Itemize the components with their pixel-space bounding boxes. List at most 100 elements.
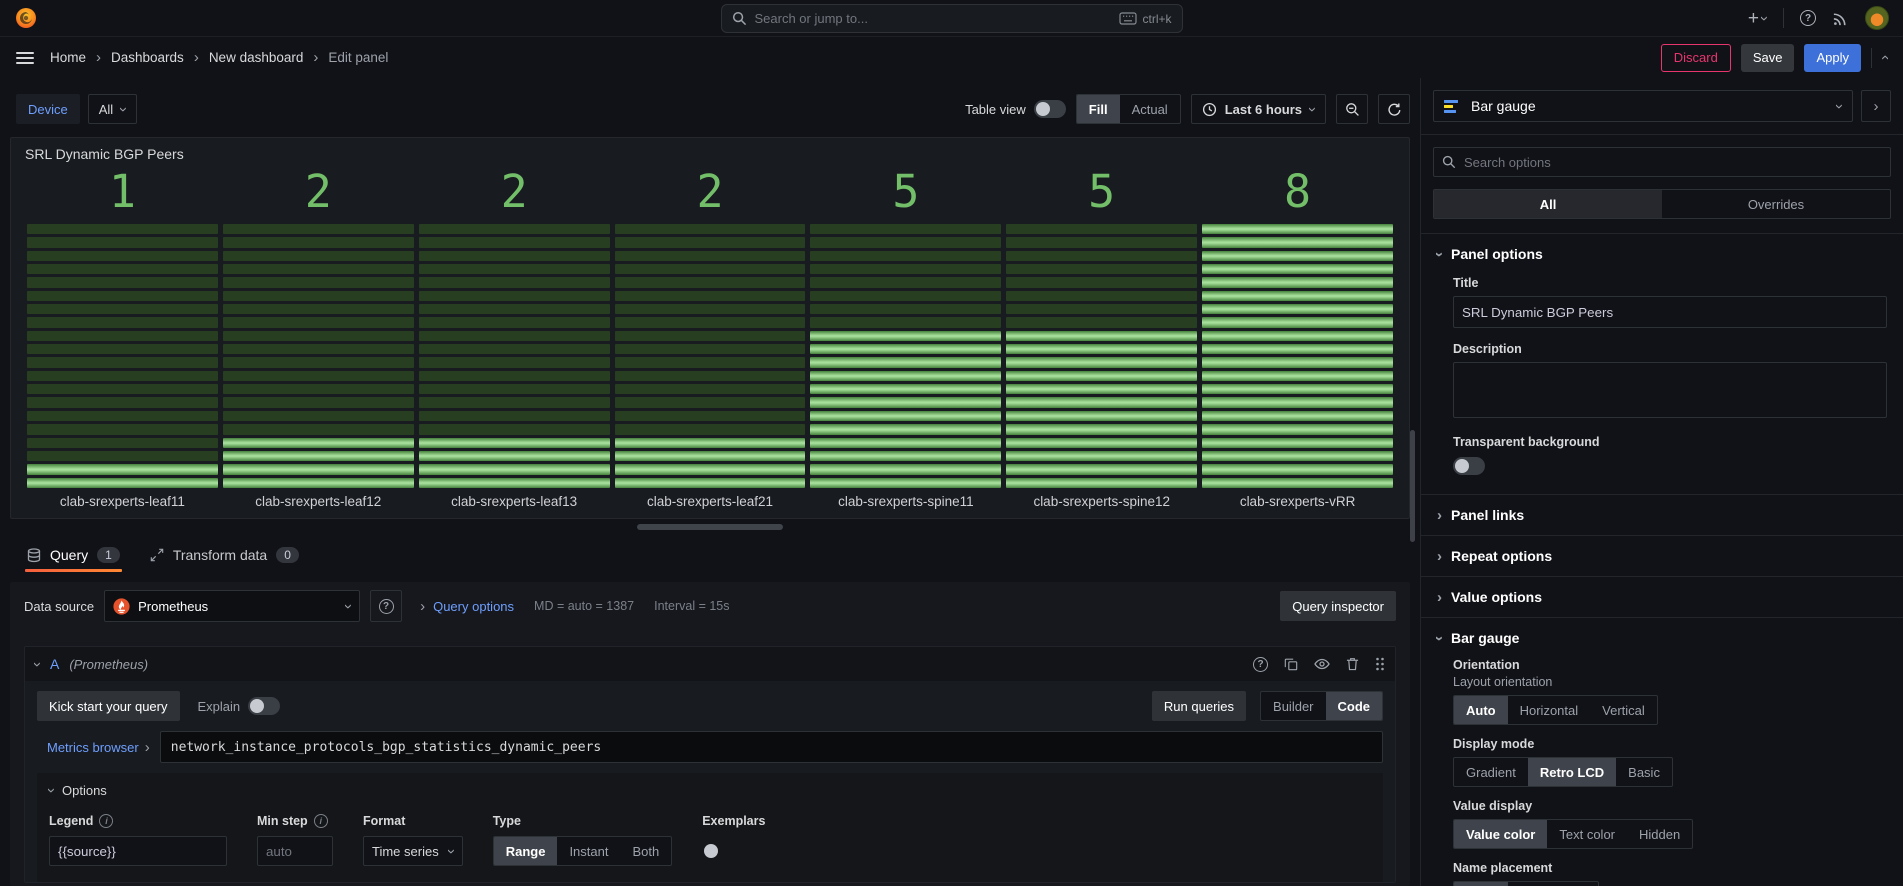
gauge-cell — [615, 464, 806, 474]
text-color-option[interactable]: Text color — [1547, 820, 1627, 848]
visualization-picker[interactable]: Bar gauge — [1433, 90, 1853, 122]
fill-option[interactable]: Fill — [1077, 95, 1120, 123]
tab-overrides[interactable]: Overrides — [1662, 190, 1890, 218]
datasource-help-button[interactable] — [370, 590, 402, 622]
collapse-query-icon[interactable] — [35, 657, 40, 672]
breadcrumb-new-dashboard[interactable]: New dashboard — [209, 50, 304, 65]
name-auto-option[interactable]: Auto — [1454, 882, 1508, 886]
explain-toggle[interactable] — [248, 697, 280, 715]
menu-toggle-button[interactable] — [16, 52, 34, 64]
breadcrumb-home[interactable]: Home — [50, 50, 86, 65]
gauge-cell — [27, 357, 218, 367]
refresh-button[interactable] — [1378, 94, 1410, 124]
min-step-input[interactable] — [257, 836, 333, 866]
gauge-value: 2 — [419, 162, 610, 214]
tab-all[interactable]: All — [1434, 190, 1662, 218]
zoom-out-button[interactable] — [1336, 94, 1368, 124]
grafana-logo[interactable] — [14, 6, 38, 30]
type-both-option[interactable]: Both — [620, 837, 671, 865]
type-instant-option[interactable]: Instant — [557, 837, 620, 865]
variable-device-picker[interactable]: All — [88, 94, 137, 124]
global-search[interactable]: ctrl+k — [721, 4, 1183, 33]
gauge-cell — [419, 451, 610, 461]
transform-icon — [150, 548, 164, 562]
orientation-vertical-option[interactable]: Vertical — [1590, 696, 1657, 724]
collapse-header-button[interactable] — [1882, 50, 1887, 65]
orientation-horizontal-option[interactable]: Horizontal — [1508, 696, 1591, 724]
value-color-option[interactable]: Value color — [1454, 820, 1547, 848]
kick-start-button[interactable]: Kick start your query — [37, 691, 180, 721]
orientation-auto-option[interactable]: Auto — [1454, 696, 1508, 724]
editor-tabs: Query 1 Transform data 0 — [0, 530, 1420, 572]
search-input[interactable] — [755, 11, 1112, 26]
delete-query-icon[interactable] — [1346, 657, 1359, 671]
drag-handle-icon[interactable] — [1375, 657, 1385, 671]
gauge-column: 2clab-srexperts-leaf13 — [419, 162, 610, 514]
run-queries-button[interactable]: Run queries — [1152, 691, 1246, 721]
type-range-option[interactable]: Range — [494, 837, 558, 865]
min-step-label: Min step — [257, 814, 308, 828]
gauge-cell — [27, 291, 218, 301]
table-view-toggle[interactable] — [1034, 100, 1066, 118]
variable-device-label[interactable]: Device — [16, 94, 80, 124]
user-avatar[interactable] — [1865, 6, 1889, 30]
tab-transform-data[interactable]: Transform data 0 — [150, 547, 299, 572]
gauge-cell — [615, 478, 806, 488]
hidden-option[interactable]: Hidden — [1627, 820, 1692, 848]
chevron-right-icon — [1437, 589, 1442, 605]
repeat-options-header[interactable]: Repeat options — [1437, 548, 1887, 564]
tab-query[interactable]: Query 1 — [27, 547, 120, 572]
save-button[interactable]: Save — [1741, 44, 1795, 72]
gauge-cell — [1006, 371, 1197, 381]
breadcrumb-dashboards[interactable]: Dashboards — [111, 50, 184, 65]
options-search-input[interactable] — [1464, 155, 1882, 170]
panel-title-input[interactable] — [1453, 296, 1887, 328]
gauge-cell — [27, 411, 218, 421]
query-options-toggle[interactable]: Query options — [433, 599, 514, 614]
format-value: Time series — [372, 844, 439, 859]
apply-button[interactable]: Apply — [1804, 44, 1861, 72]
duplicate-query-icon[interactable] — [1284, 657, 1298, 671]
metrics-browser-button[interactable]: Metrics browser — [37, 731, 160, 763]
bar-gauge-header[interactable]: Bar gauge — [1437, 630, 1887, 646]
gauge-value: 5 — [810, 162, 1001, 214]
datasource-picker[interactable]: Prometheus — [104, 590, 360, 622]
name-left-option[interactable]: Left — [1553, 882, 1599, 886]
discard-button[interactable]: Discard — [1661, 44, 1731, 72]
gauge-cell — [615, 224, 806, 234]
legend-input[interactable] — [49, 836, 227, 866]
options-header[interactable]: Options — [49, 783, 1371, 798]
code-option[interactable]: Code — [1326, 692, 1383, 720]
name-top-option[interactable]: Top — [1508, 882, 1553, 886]
display-mode-switch: Gradient Retro LCD Basic — [1453, 757, 1673, 787]
options-search[interactable] — [1433, 147, 1891, 177]
explain-label: Explain — [198, 699, 241, 714]
disable-query-icon[interactable] — [1314, 657, 1330, 671]
time-range-picker[interactable]: Last 6 hours — [1191, 94, 1326, 124]
gauge-cell — [1006, 357, 1197, 367]
collapse-sidebar-button[interactable] — [1861, 90, 1891, 122]
scrollbar-thumb[interactable] — [1410, 430, 1415, 542]
builder-option[interactable]: Builder — [1261, 692, 1325, 720]
query-inspector-button[interactable]: Query inspector — [1280, 591, 1396, 621]
query-row-header[interactable]: A (Prometheus) — [25, 647, 1395, 681]
gauge-cell — [1202, 357, 1393, 367]
help-button[interactable] — [1800, 10, 1816, 26]
panel-options-header[interactable]: Panel options — [1437, 246, 1887, 262]
new-menu-button[interactable]: + — [1748, 8, 1767, 28]
chevron-down-icon — [449, 844, 454, 859]
display-basic-option[interactable]: Basic — [1616, 758, 1672, 786]
promql-expression-input[interactable] — [160, 731, 1383, 763]
gauge-cell — [223, 237, 414, 247]
display-retro-lcd-option[interactable]: Retro LCD — [1528, 758, 1616, 786]
display-gradient-option[interactable]: Gradient — [1454, 758, 1528, 786]
query-help-icon[interactable] — [1253, 657, 1268, 672]
panel-links-header[interactable]: Panel links — [1437, 507, 1887, 523]
news-button[interactable] — [1832, 10, 1849, 27]
format-select[interactable]: Time series — [363, 836, 463, 866]
gauge-cell — [1202, 277, 1393, 287]
value-options-header[interactable]: Value options — [1437, 589, 1887, 605]
actual-option[interactable]: Actual — [1120, 95, 1180, 123]
transparent-background-toggle[interactable] — [1453, 457, 1485, 475]
panel-description-input[interactable] — [1453, 362, 1887, 418]
